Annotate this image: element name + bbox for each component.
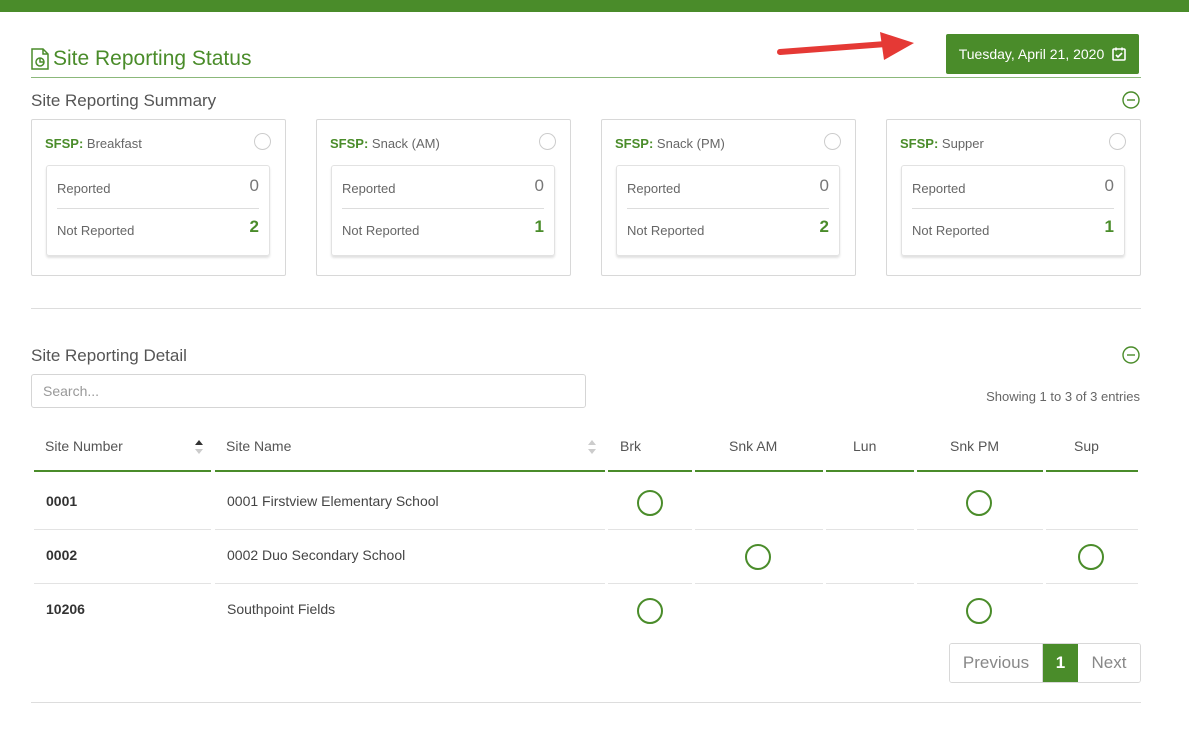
summary-card-snack-am: SFSP: Snack (AM) Reported 0 Not Reported…: [316, 119, 571, 276]
divider: [627, 208, 829, 209]
not-reported-count: 1: [534, 217, 544, 236]
meal-status-snk-pm[interactable]: [966, 598, 992, 624]
card-stats: Reported 0 Not Reported 1: [901, 165, 1125, 256]
date-label: Tuesday, April 21, 2020: [958, 46, 1105, 62]
next-page-button[interactable]: Next: [1078, 644, 1140, 682]
document-chart-icon: [31, 48, 49, 70]
card-heading: SFSP: Snack (PM): [615, 136, 725, 151]
summary-section-title: Site Reporting Summary: [31, 91, 217, 110]
card-heading: SFSP: Supper: [900, 136, 984, 151]
column-header-snk-pm: Snk PM: [917, 424, 1043, 472]
divider: [342, 208, 544, 209]
reported-count: 0: [819, 176, 829, 195]
site-number: 0002: [46, 547, 78, 563]
column-header-site-number[interactable]: Site Number: [34, 424, 211, 472]
card-select-radio[interactable]: [1109, 133, 1126, 150]
section-divider: [31, 308, 1141, 309]
reported-count: 0: [249, 176, 259, 195]
site-name: Southpoint Fields: [227, 601, 336, 617]
not-reported-count: 2: [249, 217, 259, 236]
not-reported-label: Not Reported: [57, 223, 135, 238]
summary-card-breakfast: SFSP: Breakfast Reported 0 Not Reported …: [31, 119, 286, 276]
collapse-summary-icon[interactable]: [1122, 91, 1140, 109]
not-reported-count: 2: [819, 217, 829, 236]
column-header-brk: Brk: [608, 424, 692, 472]
not-reported-label: Not Reported: [912, 223, 990, 238]
meal-status-brk[interactable]: [637, 598, 663, 624]
not-reported-label: Not Reported: [627, 223, 705, 238]
page-title-group: Site Reporting Status: [31, 47, 251, 71]
entries-info: Showing 1 to 3 of 3 entries: [986, 389, 1140, 404]
page-1-button[interactable]: 1: [1043, 644, 1078, 682]
meal-status-brk[interactable]: [637, 490, 663, 516]
reported-label: Reported: [627, 181, 681, 196]
card-heading: SFSP: Snack (AM): [330, 136, 440, 151]
site-name: 0002 Duo Secondary School: [227, 547, 406, 563]
date-picker-button[interactable]: Tuesday, April 21, 2020: [946, 34, 1139, 74]
summary-card-snack-pm: SFSP: Snack (PM) Reported 0 Not Reported…: [601, 119, 856, 276]
card-select-radio[interactable]: [254, 133, 271, 150]
card-select-radio[interactable]: [539, 133, 556, 150]
card-stats: Reported 0 Not Reported 1: [331, 165, 555, 256]
column-header-snk-am: Snk AM: [695, 424, 823, 472]
table-row: 0002 0002 Duo Secondary School: [34, 530, 1138, 584]
sort-icon: [588, 440, 596, 454]
previous-page-button[interactable]: Previous: [950, 644, 1043, 682]
page-title: Site Reporting Status: [53, 47, 252, 70]
annotation-arrow-icon: [777, 32, 914, 60]
column-header-sup: Sup: [1046, 424, 1138, 472]
card-select-radio[interactable]: [824, 133, 841, 150]
sort-ascending-icon: [195, 440, 203, 454]
divider: [912, 208, 1114, 209]
table-row: 10206 Southpoint Fields: [34, 584, 1138, 638]
reported-label: Reported: [912, 181, 966, 196]
summary-card-supper: SFSP: Supper Reported 0 Not Reported 1: [886, 119, 1141, 276]
column-header-lun: Lun: [826, 424, 914, 472]
top-banner: [0, 0, 1189, 12]
column-header-site-name[interactable]: Site Name: [215, 424, 605, 472]
meal-status-snk-pm[interactable]: [966, 490, 992, 516]
not-reported-label: Not Reported: [342, 223, 420, 238]
card-stats: Reported 0 Not Reported 2: [46, 165, 270, 256]
calendar-check-icon: [1112, 47, 1127, 61]
pagination: Previous 1 Next: [949, 643, 1141, 683]
card-heading: SFSP: Breakfast: [45, 136, 142, 151]
reported-label: Reported: [342, 181, 396, 196]
not-reported-count: 1: [1104, 217, 1114, 236]
reported-count: 0: [534, 176, 544, 195]
detail-section-title: Site Reporting Detail: [31, 346, 187, 365]
search-input[interactable]: [31, 374, 586, 408]
divider: [57, 208, 259, 209]
reported-count: 0: [1104, 176, 1114, 195]
meal-status-snk-am[interactable]: [745, 544, 771, 570]
site-name: 0001 Firstview Elementary School: [227, 493, 439, 509]
site-number: 10206: [46, 601, 85, 617]
site-number: 0001: [46, 493, 78, 509]
table-row: 0001 0001 Firstview Elementary School: [34, 476, 1138, 530]
section-divider: [31, 702, 1141, 703]
reported-label: Reported: [57, 181, 111, 196]
meal-status-sup[interactable]: [1078, 544, 1104, 570]
collapse-detail-icon[interactable]: [1122, 346, 1140, 364]
card-stats: Reported 0 Not Reported 2: [616, 165, 840, 256]
